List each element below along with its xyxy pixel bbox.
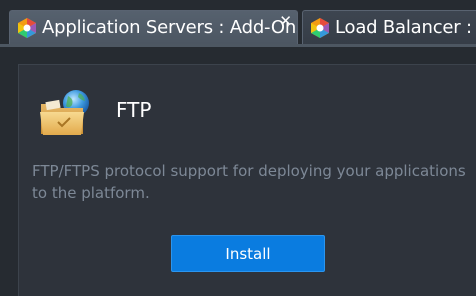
tab-label: Load Balancer : Ad [335, 17, 476, 38]
close-icon[interactable]: ✕ [279, 13, 292, 29]
tab-load-balancer-addons[interactable]: Load Balancer : Ad [302, 10, 476, 44]
addons-window: Application Servers : Add-Ons ✕ Load Bal… [0, 0, 476, 296]
tab-strip: Application Servers : Add-Ons ✕ Load Bal… [0, 0, 476, 48]
tab-application-servers-addons[interactable]: Application Servers : Add-Ons ✕ [9, 10, 298, 44]
tab-label: Application Servers : Add-Ons [42, 17, 298, 38]
jelastic-logo-icon [311, 17, 329, 38]
tab-underline [0, 44, 476, 47]
ftp-folder-globe-icon [40, 90, 89, 135]
addon-title: FTP [116, 98, 152, 122]
addon-description: FTP/FTPS protocol support for deploying … [32, 162, 466, 202]
jelastic-logo-icon [18, 17, 36, 38]
install-button[interactable]: Install [171, 235, 325, 272]
